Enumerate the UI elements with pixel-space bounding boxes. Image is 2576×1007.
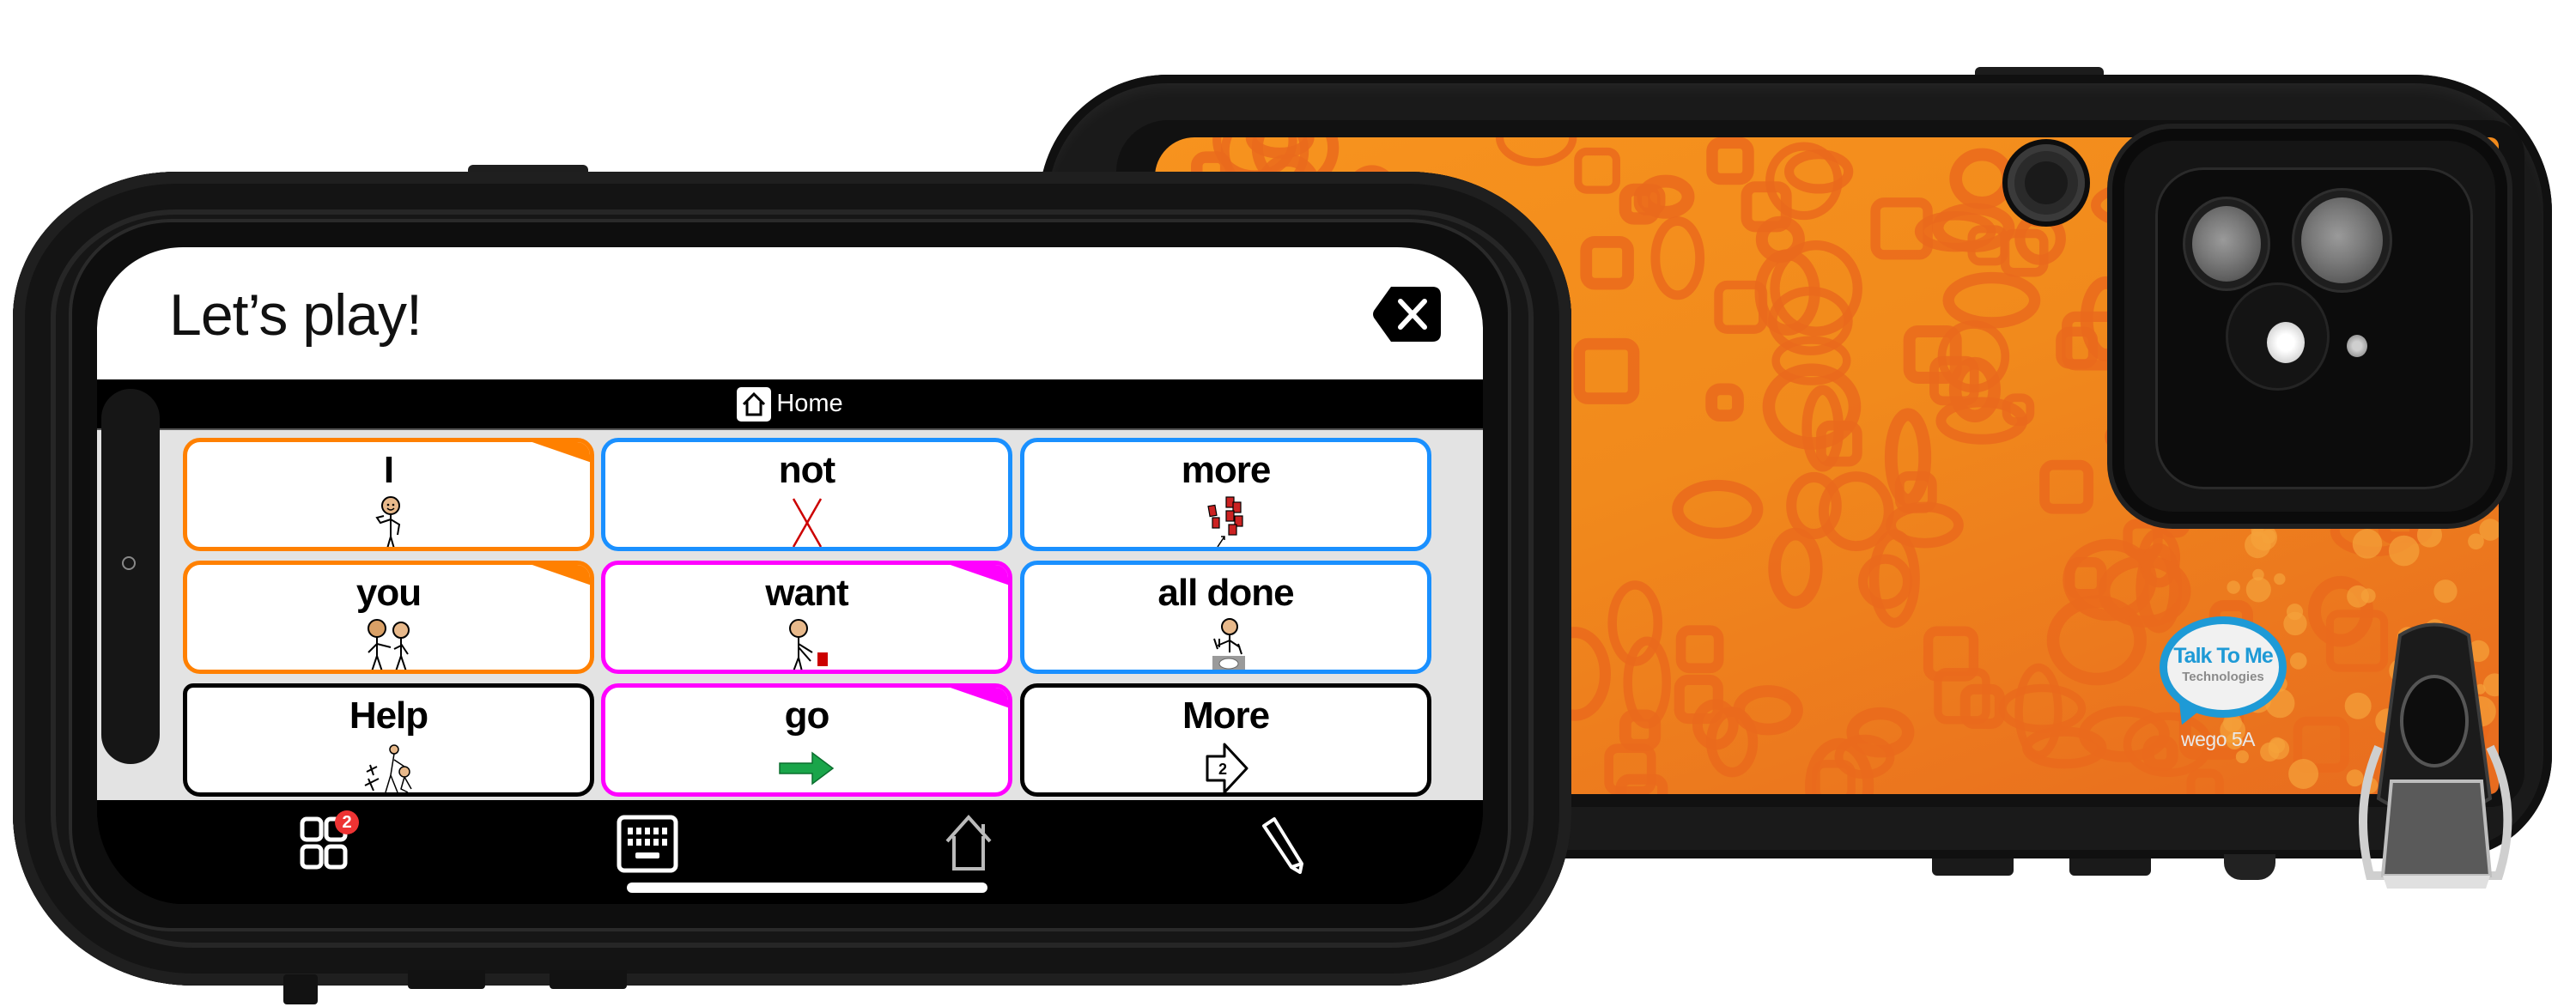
breadcrumb-home[interactable]: Home [97, 379, 1483, 428]
breadcrumb-label: Home [776, 390, 843, 417]
grid-cell-i[interactable]: I [183, 438, 594, 551]
keyboard-icon [617, 815, 678, 873]
volume-up-button[interactable] [550, 970, 627, 989]
grid-cell-all-done[interactable]: all done [1020, 561, 1431, 674]
grid-menu-button[interactable]: 2 [299, 810, 359, 874]
doodle-shape [2142, 735, 2178, 771]
cell-label: want [765, 572, 848, 614]
grid-cell-more[interactable]: More 2 [1020, 683, 1431, 797]
grid-cell-you[interactable]: you [183, 561, 594, 674]
volume-down-button[interactable] [408, 970, 485, 989]
grid-cell-not[interactable]: not [601, 438, 1012, 551]
doodle-dot [2360, 588, 2376, 604]
person-pointing-other-icon [355, 618, 423, 670]
cell-label: Help [349, 695, 428, 737]
doodle-dot [2245, 577, 2271, 603]
doodle-shape [1675, 625, 1724, 674]
grid-cell-more[interactable]: more [1020, 438, 1431, 551]
cell-label: I [383, 449, 394, 491]
cell-label: all done [1157, 572, 1294, 614]
cell-label: more [1181, 449, 1272, 491]
doodle-dot [2227, 580, 2240, 594]
doodle-shape [1672, 479, 1764, 539]
clear-message-button[interactable] [1372, 285, 1443, 343]
doodle-shape [1812, 760, 1856, 794]
doodle-dot [2388, 535, 2420, 567]
brand-title: Talk To Me [2173, 644, 2273, 668]
back-device-bottom-button [2069, 858, 2151, 876]
doodle-shape [1495, 137, 1577, 167]
pencil-icon [1262, 817, 1303, 874]
brand-logo: Talk To Me Technologies [2160, 616, 2293, 732]
doodle-dot [2261, 529, 2276, 544]
front-device-jack [283, 974, 318, 1004]
message-text: Let’s play! [169, 282, 422, 348]
doodle-shape [1949, 148, 2015, 209]
doodle-shape [1755, 215, 1805, 263]
doodle-shape [1573, 337, 1640, 404]
lanyard-ring-icon [2359, 622, 2512, 889]
people-helping-icon [355, 741, 423, 792]
home-indicator-bar[interactable] [627, 883, 987, 893]
page-arrow-2-icon: 2 [1192, 741, 1261, 792]
cell-label: you [355, 572, 422, 614]
back-device-charge-port [2224, 854, 2275, 880]
backspace-x-icon [1373, 287, 1441, 342]
grid-cell-help[interactable]: Help [183, 683, 594, 797]
brand-subtitle: Technologies [2182, 670, 2264, 684]
cell-label: More [1182, 695, 1270, 737]
doodle-dot [2288, 758, 2319, 789]
doodle-shape [1650, 216, 1705, 300]
doodle-dot [2235, 749, 2249, 764]
doodle-shape [1574, 147, 1620, 194]
grid-cell-go[interactable]: go [601, 683, 1012, 797]
doodle-dot [2260, 742, 2280, 762]
doodle-dot [2352, 529, 2383, 559]
home-button[interactable] [939, 814, 999, 874]
doodle-shape [1768, 527, 1823, 610]
front-camera-notch [101, 389, 160, 764]
edit-button[interactable] [1252, 814, 1312, 874]
person-reaching-block-icon [773, 618, 841, 670]
doodle-shape [1706, 137, 1754, 185]
doodle-dot [2416, 522, 2443, 548]
person-finished-plate-icon [1192, 618, 1261, 670]
doodle-dot [2433, 579, 2458, 604]
cell-label: not [778, 449, 835, 491]
doodle-shape [2186, 768, 2224, 794]
doodle-shape [1998, 683, 2087, 733]
camera-lens-ultrawide [2301, 197, 2383, 283]
red-blocks-more-icon [1192, 495, 1261, 547]
front-camera-lens [122, 556, 136, 570]
grid-cell-want[interactable]: want [601, 561, 1012, 674]
aac-app-screen: Let’s play! Home Inot more you want all done… [97, 247, 1483, 904]
keyboard-button[interactable] [617, 814, 678, 874]
breadcrumb-bar: Home [97, 379, 1483, 430]
notification-badge: 2 [335, 810, 359, 834]
doodle-dot [2274, 573, 2286, 585]
camera-flash [2267, 322, 2305, 363]
back-secondary-lens-inner [2025, 161, 2068, 204]
model-label: wego 5A [2181, 728, 2256, 750]
doodle-shape [1580, 235, 1634, 290]
doodle-shape [1705, 383, 1744, 422]
home-outline-icon [945, 814, 992, 871]
home-icon [737, 386, 772, 422]
doodle-shape [1942, 271, 2041, 329]
camera-lens-wide [2192, 206, 2261, 282]
svg-text:2: 2 [1218, 761, 1226, 778]
red-x-icon [773, 495, 841, 547]
doodle-shape [2039, 459, 2094, 514]
person-pointing-self-icon [355, 495, 423, 547]
camera-microphone [2347, 335, 2367, 357]
cell-label: go [784, 695, 830, 737]
back-device-bottom-button [1932, 858, 2014, 876]
green-arrow-right-icon [773, 741, 841, 792]
message-bar[interactable]: Let’s play! [97, 247, 1483, 379]
